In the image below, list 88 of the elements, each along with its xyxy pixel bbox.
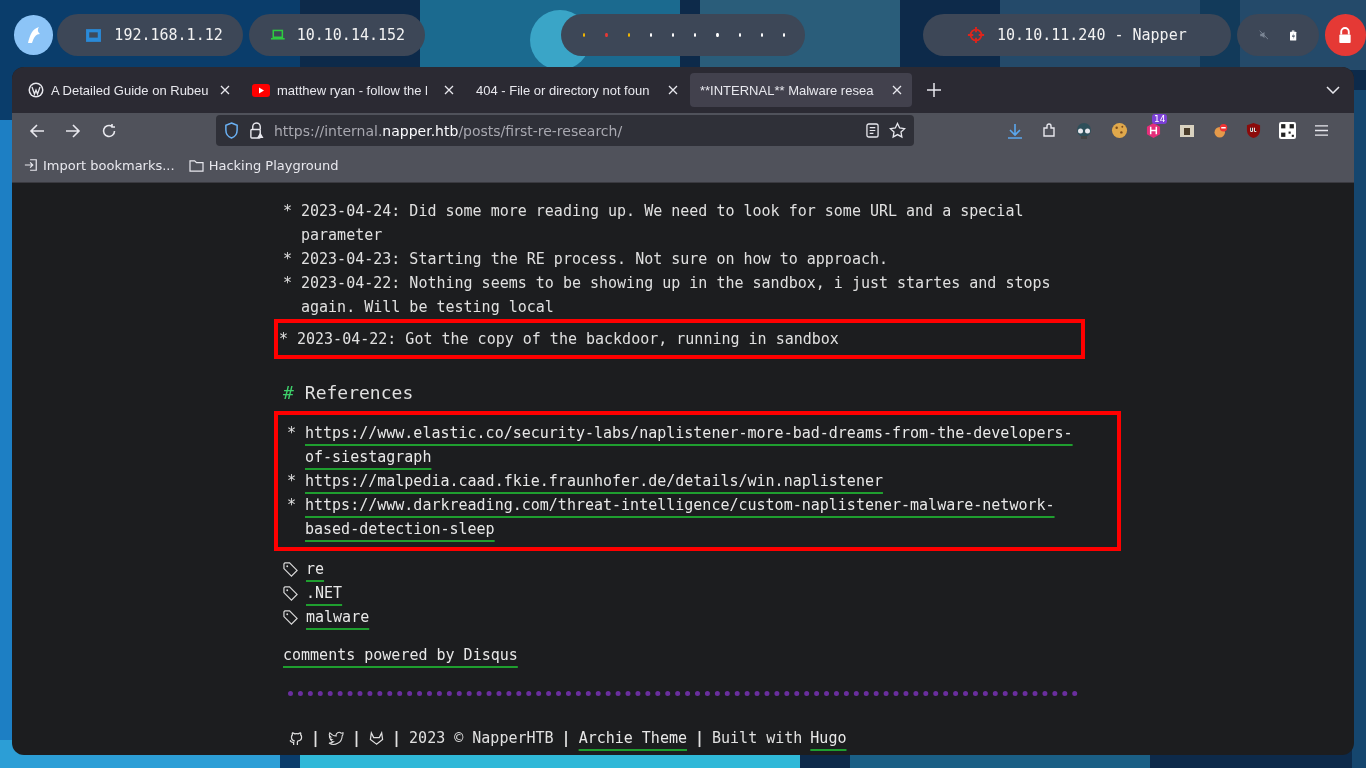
youtube-icon <box>252 83 270 97</box>
bullet: * <box>287 423 298 444</box>
reference-link[interactable]: https://www.darkreading.com/threat-intelligence/custom-naplistener-malware-network-based-detection-sleep <box>305 493 1077 541</box>
bullet: * <box>283 273 294 294</box>
log-entry: 2023-04-22: Got the copy of the backdoor, running in sandbox <box>297 329 840 350</box>
shield-icon[interactable] <box>224 122 239 139</box>
ip-address-widget: 192.168.1.12 <box>57 14 244 56</box>
workspace-dot[interactable] <box>605 33 608 37</box>
address-bar[interactable]: https://internal.napper.htb/posts/first-re-research/ <box>216 115 914 146</box>
folder-icon <box>188 158 204 172</box>
muted-speaker-icon[interactable] <box>1258 28 1269 42</box>
footer-link[interactable]: Hugo <box>810 726 847 750</box>
workspace-dot[interactable] <box>627 33 630 37</box>
qr-code-icon[interactable] <box>1279 122 1296 139</box>
browser-tab[interactable]: matthew ryan - follow the l <box>242 73 464 107</box>
workspace-dot[interactable] <box>694 33 697 37</box>
card-icon[interactable] <box>1179 122 1195 139</box>
notification-badge: 14 <box>1152 114 1168 124</box>
separator: | <box>695 728 705 749</box>
browser-tab[interactable]: A Detailed Guide on Rubeu <box>18 73 240 107</box>
network-icon <box>85 26 103 44</box>
section-heading: References <box>304 381 414 405</box>
log-entry: 2023-04-23: Starting the RE process. Not sure on how to approach. <box>301 249 889 270</box>
separator: | <box>392 728 402 749</box>
close-tab-icon[interactable] <box>892 85 902 95</box>
workspace-dot[interactable] <box>671 33 675 37</box>
menu-icon[interactable] <box>1314 124 1329 137</box>
battery-icon[interactable] <box>1290 27 1297 43</box>
tag-link[interactable]: malware <box>306 605 370 629</box>
url-text: https://internal.napper.htb/posts/first-re-research/ <box>274 122 623 139</box>
log-entry: 2023-04-24: Did some more reading up. We need to look for some URL and a special parameter <box>301 201 1025 246</box>
log-entry: 2023-04-22: Nothing seems to be showing up in the sandbox, i just startes and stops again. Will be testing local <box>301 273 1052 318</box>
reader-view-icon[interactable] <box>866 123 879 138</box>
chevron-down-icon[interactable] <box>1326 86 1340 94</box>
star-icon[interactable] <box>889 122 906 139</box>
import-icon <box>24 158 38 172</box>
tag-icon <box>283 561 298 577</box>
tag-link[interactable]: .NET <box>306 581 343 605</box>
lock-warning-icon[interactable] <box>249 122 264 139</box>
workspace-dot[interactable] <box>649 33 652 37</box>
workspace-dot[interactable] <box>738 33 741 37</box>
back-icon[interactable] <box>29 122 45 139</box>
footer-link[interactable]: Archie Theme <box>578 726 687 750</box>
blocked-extension-icon[interactable] <box>1213 122 1228 139</box>
browser-tab[interactable]: 404 - File or directory not foun <box>466 73 688 107</box>
bullet: * <box>283 249 294 270</box>
laptop-icon <box>271 28 285 42</box>
lock-icon <box>1337 26 1354 44</box>
close-tab-icon[interactable] <box>444 85 454 95</box>
tag-link[interactable]: re <box>306 557 325 581</box>
footer-text: 2023 © NapperHTB <box>409 728 554 749</box>
github-icon[interactable] <box>288 730 303 746</box>
heading-mark: # <box>283 381 294 405</box>
new-tab-icon[interactable] <box>927 83 941 97</box>
forward-icon[interactable] <box>65 122 81 139</box>
hexagon-extension-icon[interactable] <box>1146 122 1161 139</box>
fox-icon[interactable] <box>369 730 385 746</box>
separator: | <box>561 728 571 749</box>
footer-text: Built with <box>712 728 803 749</box>
target-widget: 10.10.11.240 - Napper <box>923 14 1231 56</box>
tag-icon <box>283 585 298 601</box>
crosshair-icon <box>967 26 986 44</box>
ublock-shield-icon[interactable] <box>1246 122 1261 139</box>
bullet: * <box>283 201 294 222</box>
comments-link[interactable]: comments powered by Disqus <box>283 643 518 667</box>
bird-icon[interactable] <box>328 731 345 745</box>
bullet: * <box>287 495 298 516</box>
wordpress-icon <box>28 82 44 98</box>
separator: | <box>352 728 362 749</box>
tag-icon <box>283 609 298 625</box>
bullet: * <box>279 329 290 350</box>
close-tab-icon[interactable] <box>668 85 678 95</box>
bookmark-item[interactable]: Hacking Playground <box>188 157 339 173</box>
close-tab-icon[interactable] <box>220 85 230 95</box>
cookie-icon[interactable] <box>1111 122 1128 139</box>
separator: | <box>311 728 321 749</box>
browser-tab[interactable]: **INTERNAL** Malware resea <box>690 73 912 107</box>
workspace-dot[interactable] <box>760 33 763 37</box>
download-icon[interactable] <box>1007 122 1023 139</box>
reload-icon[interactable] <box>101 122 117 139</box>
ip-address-widget: 10.10.14.152 <box>249 14 426 56</box>
workspace-dot[interactable] <box>716 33 719 37</box>
bookmark-item[interactable]: Import bookmarks... <box>24 157 175 173</box>
bullet: * <box>287 471 298 492</box>
reference-link[interactable]: https://malpedia.caad.fkie.fraunhofer.de/details/win.naplistener <box>305 469 1077 493</box>
puzzle-icon[interactable] <box>1041 122 1057 139</box>
workspace-dot[interactable] <box>583 33 586 37</box>
workspace-dot[interactable] <box>782 33 786 37</box>
